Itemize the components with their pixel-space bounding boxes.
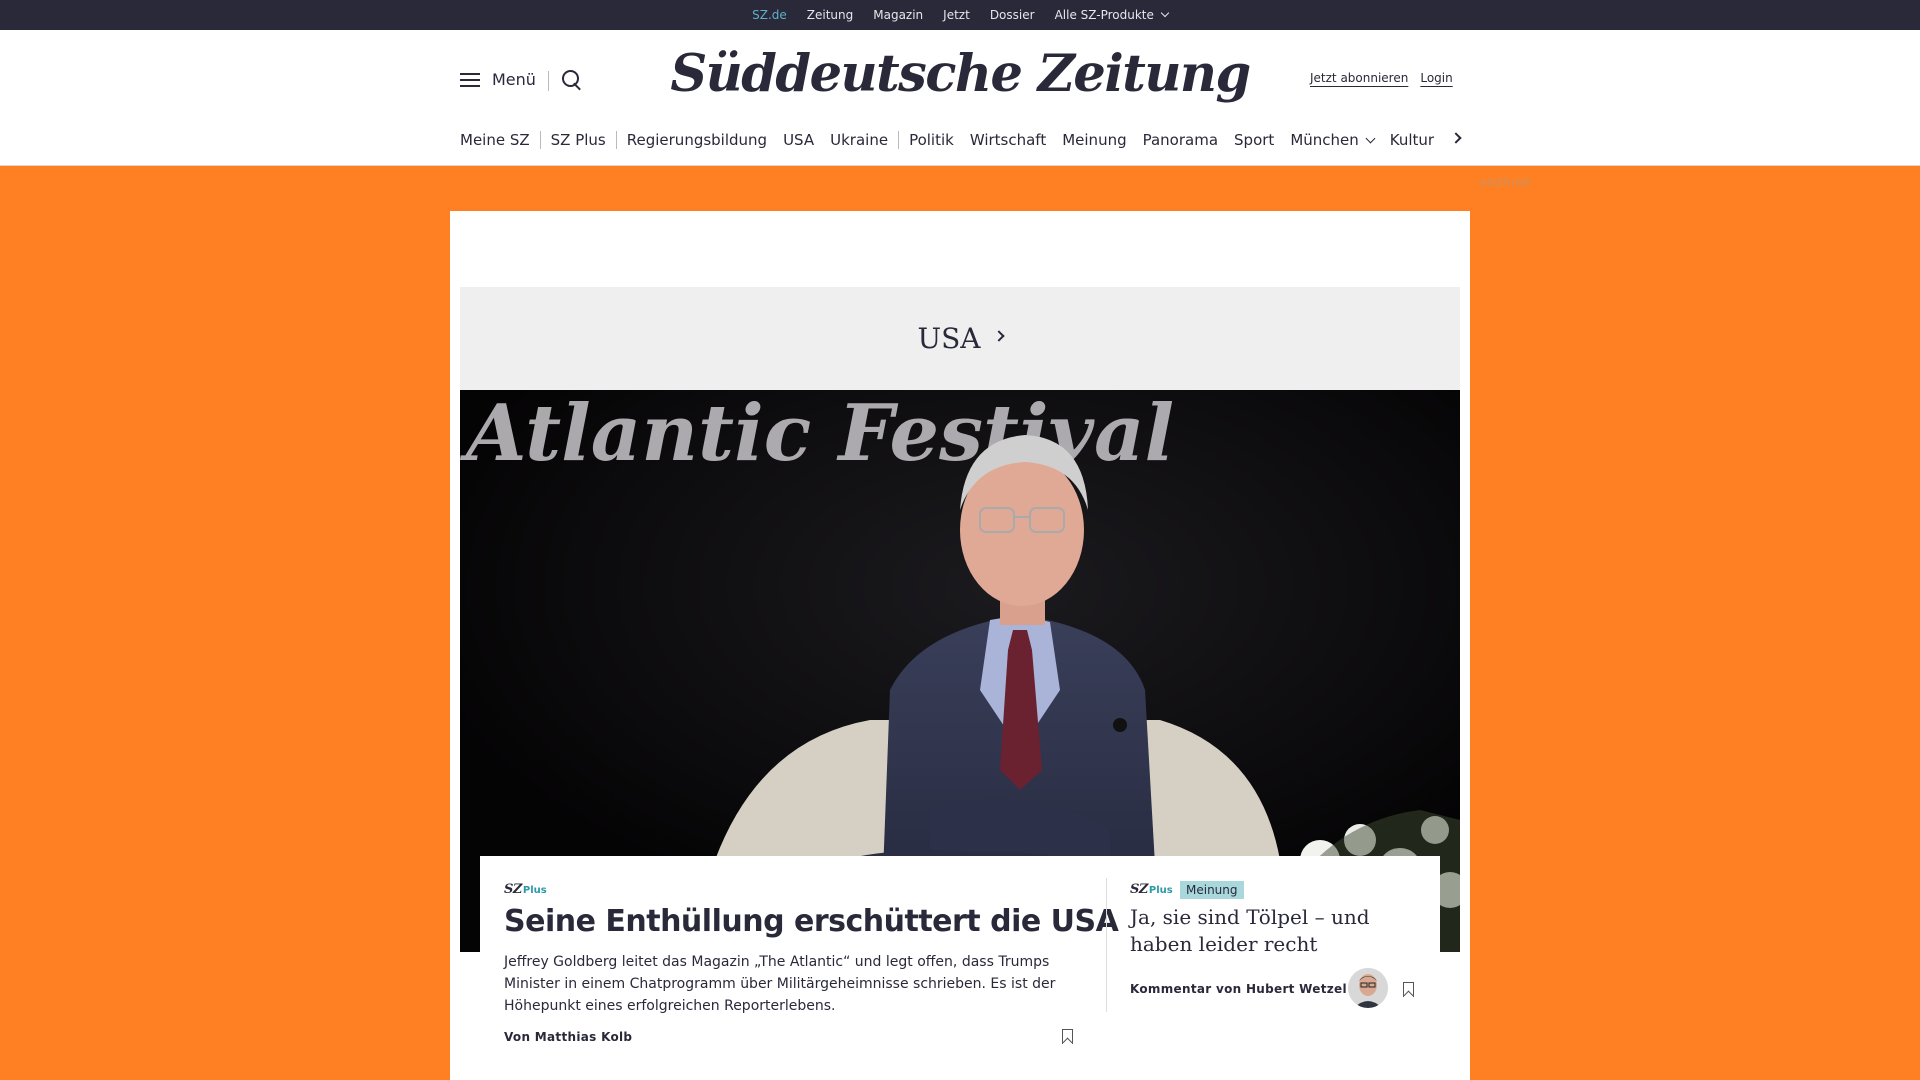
- site-logo[interactable]: Süddeutsche Zeitung: [0, 44, 1920, 104]
- bookmark-icon[interactable]: [1403, 982, 1414, 997]
- ad-label: ANZEIGE: [1480, 178, 1532, 189]
- sz-plus-logo: SZ Plus: [1130, 882, 1173, 897]
- subscribe-link[interactable]: Jetzt abonnieren: [1310, 71, 1408, 85]
- sz-logo-text: SZ: [504, 882, 522, 897]
- nav-item-muenchen[interactable]: München: [1290, 131, 1376, 149]
- side-article-title[interactable]: Ja, sie sind Tölpel – und haben leider r…: [1130, 904, 1410, 958]
- nav-scroll-right-icon[interactable]: [1450, 132, 1462, 144]
- site-header: Menü Süddeutsche Zeitung Jetzt abonniere…: [0, 30, 1920, 166]
- product-dropdown-label: Alle SZ-Produkte: [1054, 8, 1154, 22]
- nav-item-wirtschaft[interactable]: Wirtschaft: [970, 131, 1046, 149]
- opinion-badge: Meinung: [1180, 881, 1244, 899]
- plus-logo-text: Plus: [522, 885, 547, 896]
- nav-item-sz-plus[interactable]: SZ Plus: [551, 131, 606, 149]
- product-link-zeitung[interactable]: Zeitung: [807, 8, 853, 22]
- nav-item-usa[interactable]: USA: [783, 131, 814, 149]
- nav-item-ukraine[interactable]: Ukraine: [830, 131, 888, 149]
- nav-item-meinung[interactable]: Meinung: [1062, 131, 1126, 149]
- article-card: SZ Plus Seine Enthüllung erschüttert die…: [480, 856, 1440, 1080]
- side-article-author: Kommentar von Hubert Wetzel: [1130, 982, 1347, 996]
- nav-item-panorama[interactable]: Panorama: [1143, 131, 1218, 149]
- nav-divider: [615, 131, 617, 149]
- plus-logo-text: Plus: [1148, 885, 1173, 896]
- nav-item-sport[interactable]: Sport: [1234, 131, 1274, 149]
- sz-logo-text: SZ: [1130, 882, 1148, 897]
- main-article-title[interactable]: Seine Enthüllung erschüttert die USA: [504, 904, 1119, 939]
- nav-divider: [898, 131, 900, 149]
- product-link-jetzt[interactable]: Jetzt: [943, 8, 970, 22]
- login-link[interactable]: Login: [1420, 71, 1452, 85]
- product-dropdown[interactable]: Alle SZ-Produkte: [1054, 8, 1170, 22]
- category-nav: Meine SZ SZ Plus Regierungsbildung USA U…: [460, 128, 1434, 152]
- product-link-sz-de[interactable]: SZ.de: [752, 8, 787, 22]
- card-divider: [1106, 878, 1107, 1012]
- product-nav: SZ.de Zeitung Magazin Jetzt Dossier Alle…: [0, 0, 1920, 30]
- main-article-teaser[interactable]: Jeffrey Goldberg leitet das Magazin „The…: [504, 951, 1084, 1017]
- nav-divider: [539, 131, 541, 149]
- bookmark-icon[interactable]: [1062, 1029, 1073, 1044]
- sz-plus-logo: SZ Plus: [504, 882, 547, 897]
- nav-item-politik[interactable]: Politik: [909, 131, 954, 149]
- author-avatar: [1348, 968, 1388, 1008]
- chevron-down-icon: [1365, 133, 1376, 144]
- section-header[interactable]: USA: [460, 287, 1460, 390]
- chevron-down-icon: [1160, 8, 1170, 18]
- account-links: Jetzt abonnieren Login: [1310, 71, 1453, 85]
- product-link-dossier[interactable]: Dossier: [990, 8, 1035, 22]
- product-link-magazin[interactable]: Magazin: [873, 8, 923, 22]
- chevron-right-icon: [992, 329, 1005, 342]
- nav-item-kultur[interactable]: Kultur: [1390, 131, 1434, 149]
- nav-item-meine-sz[interactable]: Meine SZ: [460, 131, 530, 149]
- main-article-author: Von Matthias Kolb: [504, 1030, 633, 1044]
- section-title: USA: [917, 322, 981, 355]
- product-bar: SZ.de Zeitung Magazin Jetzt Dossier Alle…: [0, 0, 1920, 30]
- nav-item-muenchen-label: München: [1290, 131, 1359, 149]
- nav-item-regierungsbildung[interactable]: Regierungsbildung: [627, 131, 767, 149]
